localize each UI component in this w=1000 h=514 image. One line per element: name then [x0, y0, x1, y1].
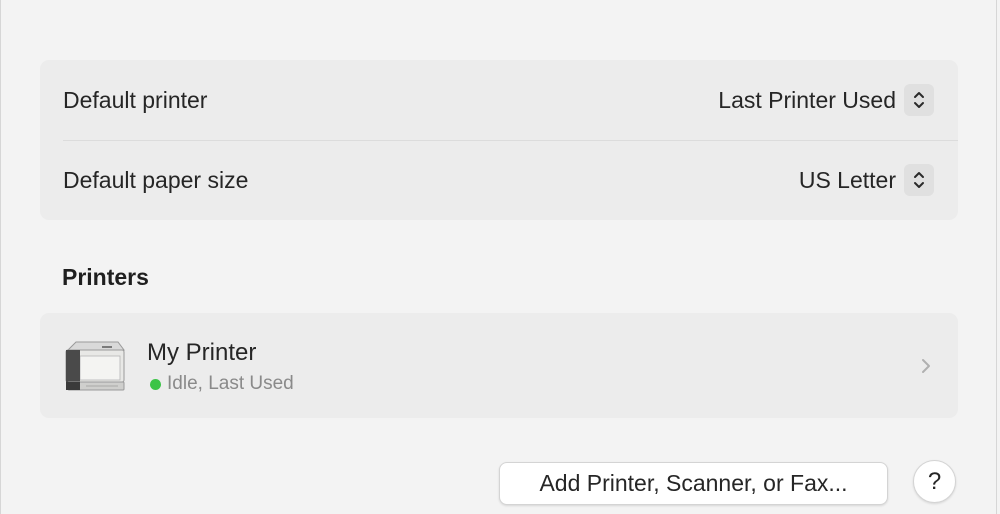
- printer-status-text: Idle, Last Used: [167, 373, 294, 394]
- defaults-group: Default printer Last Printer Used Defaul…: [40, 60, 958, 220]
- up-down-chevron-icon[interactable]: [904, 164, 934, 196]
- printer-status: Idle, Last Used: [150, 373, 294, 395]
- printer-list-item[interactable]: My Printer Idle, Last Used: [40, 313, 958, 418]
- default-printer-popup[interactable]: Last Printer Used: [718, 84, 934, 116]
- printers-section-title: Printers: [62, 264, 149, 290]
- default-paper-size-row: Default paper size US Letter: [63, 140, 934, 220]
- window-edge-left: [0, 0, 1, 514]
- default-printer-label: Default printer: [63, 86, 208, 113]
- laser-printer-icon: [62, 336, 128, 394]
- chevron-right-icon[interactable]: [920, 355, 932, 377]
- printer-name: My Printer: [147, 339, 257, 366]
- default-paper-size-label: Default paper size: [63, 166, 249, 193]
- default-paper-size-value: US Letter: [798, 166, 896, 193]
- help-button[interactable]: ?: [913, 460, 956, 503]
- status-dot-icon: [150, 378, 161, 390]
- window-edge-right: [996, 0, 997, 514]
- up-down-chevron-icon[interactable]: [904, 84, 934, 116]
- default-printer-row: Default printer Last Printer Used: [63, 60, 934, 140]
- add-printer-button[interactable]: Add Printer, Scanner, or Fax...: [499, 462, 888, 505]
- default-printer-value: Last Printer Used: [718, 86, 896, 113]
- default-paper-size-popup[interactable]: US Letter: [799, 164, 934, 196]
